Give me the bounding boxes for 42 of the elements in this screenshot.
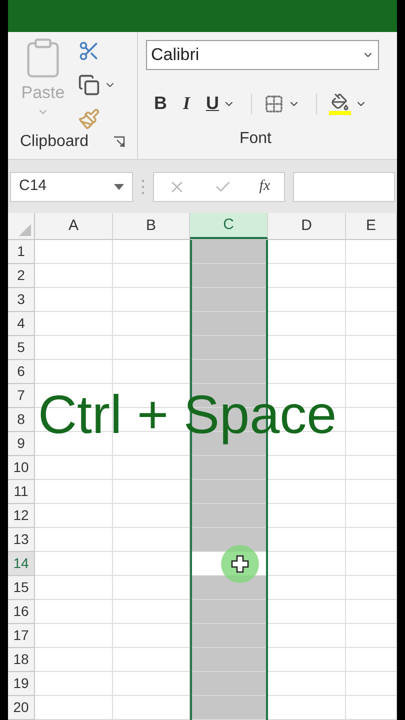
- row-header[interactable]: 9: [8, 432, 35, 456]
- row-header[interactable]: 1: [8, 240, 35, 264]
- row-header[interactable]: 6: [8, 360, 35, 384]
- group-label: Clipboard: [20, 132, 88, 152]
- row-header[interactable]: 13: [8, 528, 35, 552]
- row-header[interactable]: 15: [8, 576, 35, 600]
- row-header[interactable]: 19: [8, 672, 35, 696]
- cell-column[interactable]: [346, 240, 397, 720]
- dialog-launcher-icon[interactable]: [113, 136, 125, 148]
- row-header[interactable]: 18: [8, 648, 35, 672]
- cursor-icon: [220, 544, 260, 584]
- font-name-field[interactable]: Calibri: [146, 40, 379, 70]
- underline-button[interactable]: U: [206, 90, 220, 117]
- formula-field[interactable]: [293, 172, 395, 202]
- column-header[interactable]: C: [190, 213, 268, 239]
- row-header[interactable]: 4: [8, 312, 35, 336]
- row-header[interactable]: 17: [8, 624, 35, 648]
- row-header[interactable]: 11: [8, 480, 35, 504]
- row-header[interactable]: 14: [8, 552, 35, 576]
- fill-color-icon[interactable]: [329, 92, 352, 114]
- bold-button[interactable]: B: [154, 90, 167, 117]
- copy-icon[interactable]: [78, 74, 100, 96]
- row-header[interactable]: 5: [8, 336, 35, 360]
- borders-icon[interactable]: [264, 94, 284, 114]
- scissors-icon[interactable]: [78, 40, 100, 62]
- italic-button[interactable]: I: [183, 90, 190, 117]
- drag-handle-icon[interactable]: [141, 178, 145, 194]
- row-header[interactable]: 3: [8, 288, 35, 312]
- caret-icon[interactable]: [114, 184, 124, 190]
- format-painter-icon[interactable]: [78, 108, 100, 130]
- row-header[interactable]: 7: [8, 384, 35, 408]
- row-header[interactable]: 2: [8, 264, 35, 288]
- row-header[interactable]: 20: [8, 696, 35, 720]
- column-header[interactable]: A: [35, 213, 113, 239]
- row-header[interactable]: 16: [8, 600, 35, 624]
- name-box[interactable]: C14: [10, 172, 133, 202]
- group-label: Font: [239, 129, 272, 149]
- row-header[interactable]: 10: [8, 456, 35, 480]
- row-header[interactable]: 8: [8, 408, 35, 432]
- insert-function-button[interactable]: fx: [259, 175, 270, 198]
- row-header[interactable]: 12: [8, 504, 35, 528]
- column-header[interactable]: D: [268, 213, 346, 239]
